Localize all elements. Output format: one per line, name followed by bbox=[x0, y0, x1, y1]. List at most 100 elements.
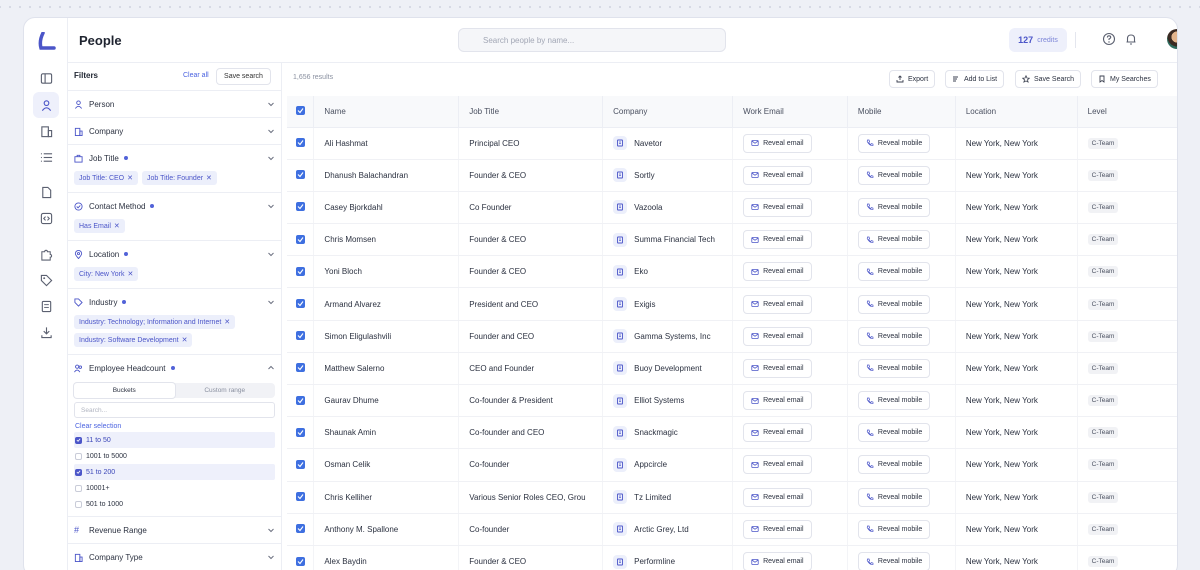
checkbox-checked[interactable] bbox=[75, 436, 82, 444]
person-name-text[interactable]: Anthony M. Spallone bbox=[324, 525, 398, 534]
row-checkbox-cell[interactable] bbox=[287, 287, 315, 321]
reveal-email-button[interactable]: Reveal email bbox=[743, 519, 812, 539]
filter-company-type[interactable]: Company Type bbox=[68, 544, 281, 570]
select-all-checkbox-cell[interactable] bbox=[287, 96, 315, 128]
row-checkbox-cell[interactable] bbox=[287, 191, 315, 225]
add-to-list-button[interactable]: Add to List bbox=[945, 70, 1005, 88]
company-cell[interactable]: Gamma Systems, Inc bbox=[602, 320, 734, 353]
row-checkbox[interactable] bbox=[295, 234, 305, 244]
person-name-text[interactable]: Ali Hashmat bbox=[324, 139, 367, 148]
checkbox-checked[interactable] bbox=[75, 468, 82, 476]
credits-badge[interactable]: 127 credits bbox=[1009, 28, 1067, 52]
company-cell[interactable]: Tz Limited bbox=[602, 481, 734, 514]
my-searches-button[interactable]: My Searches bbox=[1091, 70, 1158, 88]
sidebar-toggle-icon[interactable] bbox=[33, 65, 59, 91]
row-checkbox[interactable] bbox=[295, 202, 305, 212]
person-name[interactable]: Dhanush Balachandran bbox=[313, 159, 460, 192]
company-name[interactable]: Performline bbox=[634, 557, 675, 566]
person-name[interactable]: Alex Baydin bbox=[313, 545, 460, 570]
person-name-text[interactable]: Chris Momsen bbox=[324, 235, 376, 244]
filter-chip[interactable]: Job Title: Founder ✕ bbox=[142, 171, 217, 185]
row-checkbox[interactable] bbox=[295, 299, 305, 309]
column-header-level[interactable]: Level bbox=[1077, 96, 1177, 128]
person-name[interactable]: Shaunak Amin bbox=[313, 416, 460, 450]
row-checkbox-cell[interactable] bbox=[287, 320, 315, 353]
person-name[interactable]: Gaurav Dhume bbox=[313, 384, 460, 418]
company-cell[interactable]: Summa Financial Tech bbox=[602, 223, 734, 257]
company-cell[interactable]: Vazoola bbox=[602, 191, 734, 225]
person-name[interactable]: Chris Momsen bbox=[313, 223, 460, 257]
nav-lists-icon[interactable] bbox=[33, 144, 59, 170]
row-checkbox-cell[interactable] bbox=[287, 416, 315, 450]
headcount-option[interactable]: 1001 to 5000 bbox=[74, 448, 275, 464]
column-header-location[interactable]: Location bbox=[955, 96, 1078, 128]
export-button[interactable]: Export bbox=[889, 70, 936, 88]
tab-custom-range[interactable]: Custom range bbox=[175, 383, 276, 398]
row-checkbox[interactable] bbox=[295, 427, 305, 437]
close-icon[interactable]: ✕ bbox=[206, 175, 212, 182]
reveal-mobile-button[interactable]: Reveal mobile bbox=[857, 262, 931, 282]
row-checkbox[interactable] bbox=[295, 266, 305, 276]
reveal-mobile-button[interactable]: Reveal mobile bbox=[857, 519, 931, 539]
reveal-mobile-button[interactable]: Reveal mobile bbox=[857, 487, 931, 507]
person-name[interactable]: Chris Kelliher bbox=[313, 481, 460, 514]
reveal-mobile-button[interactable]: Reveal mobile bbox=[857, 230, 931, 250]
person-name[interactable]: Ali Hashmat bbox=[313, 127, 460, 160]
filter-person[interactable]: Person bbox=[68, 91, 281, 118]
chevron-down-icon[interactable] bbox=[267, 127, 275, 135]
reveal-mobile-button[interactable]: Reveal mobile bbox=[857, 358, 931, 378]
select-all-checkbox[interactable] bbox=[295, 106, 305, 116]
reveal-email-button[interactable]: Reveal email bbox=[743, 455, 812, 475]
headcount-option[interactable]: 51 to 200 bbox=[74, 464, 275, 480]
reveal-email-button[interactable]: Reveal email bbox=[743, 133, 812, 153]
person-name[interactable]: Matthew Salerno bbox=[313, 352, 460, 386]
tag-icon[interactable] bbox=[33, 267, 59, 293]
table-row[interactable]: Ali Hashmat Principal CEO Navetor Reveal… bbox=[287, 127, 1177, 160]
chevron-down-icon[interactable] bbox=[267, 526, 275, 534]
company-cell[interactable]: Elliot Systems bbox=[602, 384, 734, 418]
headcount-search-input[interactable]: Search... bbox=[74, 402, 275, 418]
table-row[interactable]: Casey Bjorkdahl Co Founder Vazoola Revea… bbox=[287, 191, 1177, 225]
close-icon[interactable]: ✕ bbox=[224, 319, 230, 326]
close-icon[interactable]: ✕ bbox=[182, 337, 188, 344]
filter-company[interactable]: Company bbox=[68, 118, 281, 145]
company-name[interactable]: Exigis bbox=[634, 300, 655, 309]
row-checkbox-cell[interactable] bbox=[287, 159, 315, 192]
company-cell[interactable]: Eko bbox=[602, 255, 734, 289]
company-name[interactable]: Eko bbox=[634, 267, 648, 276]
row-checkbox[interactable] bbox=[295, 556, 305, 566]
headcount-option[interactable]: 10001+ bbox=[74, 480, 275, 496]
table-row[interactable]: Armand Alvarez President and CEO Exigis … bbox=[287, 287, 1177, 321]
company-cell[interactable]: Appcircle bbox=[602, 448, 734, 482]
person-name-text[interactable]: Chris Kelliher bbox=[324, 493, 372, 502]
avatar[interactable] bbox=[1167, 29, 1177, 49]
chevron-down-icon[interactable] bbox=[267, 100, 275, 108]
row-checkbox-cell[interactable] bbox=[287, 545, 315, 570]
reveal-email-button[interactable]: Reveal email bbox=[743, 552, 812, 570]
filter-job-title[interactable]: Job Title Job Title: CEO ✕ Job Title: Fou… bbox=[68, 145, 281, 193]
table-row[interactable]: Yoni Bloch Founder & CEO Eko Reveal emai… bbox=[287, 255, 1177, 289]
filter-chip[interactable]: Industry: Software Development ✕ bbox=[74, 333, 193, 347]
column-header-work-email[interactable]: Work Email bbox=[732, 96, 848, 128]
person-name[interactable]: Osman Celik bbox=[313, 448, 460, 482]
row-checkbox-cell[interactable] bbox=[287, 384, 315, 418]
person-name-text[interactable]: Yoni Bloch bbox=[324, 267, 362, 276]
chevron-down-icon[interactable] bbox=[267, 202, 275, 210]
help-icon[interactable] bbox=[1102, 32, 1116, 46]
person-name-text[interactable]: Dhanush Balachandran bbox=[324, 171, 408, 180]
chevron-up-icon[interactable] bbox=[267, 364, 275, 372]
company-name[interactable]: Elliot Systems bbox=[634, 396, 684, 405]
reveal-email-button[interactable]: Reveal email bbox=[743, 230, 812, 250]
reveal-mobile-button[interactable]: Reveal mobile bbox=[857, 455, 931, 475]
row-checkbox[interactable] bbox=[295, 170, 305, 180]
person-name-text[interactable]: Alex Baydin bbox=[324, 557, 366, 566]
company-name[interactable]: Vazoola bbox=[634, 203, 662, 212]
nav-companies-icon[interactable] bbox=[33, 118, 59, 144]
reveal-mobile-button[interactable]: Reveal mobile bbox=[857, 294, 931, 314]
filter-revenue-range[interactable]: # Revenue Range bbox=[68, 517, 281, 544]
table-row[interactable]: Anthony M. Spallone Co-founder Arctic Gr… bbox=[287, 513, 1177, 546]
close-icon[interactable]: ✕ bbox=[127, 175, 133, 182]
company-name[interactable]: Appcircle bbox=[634, 460, 667, 469]
tab-buckets[interactable]: Buckets bbox=[74, 383, 175, 398]
company-name[interactable]: Arctic Grey, Ltd bbox=[634, 525, 689, 534]
